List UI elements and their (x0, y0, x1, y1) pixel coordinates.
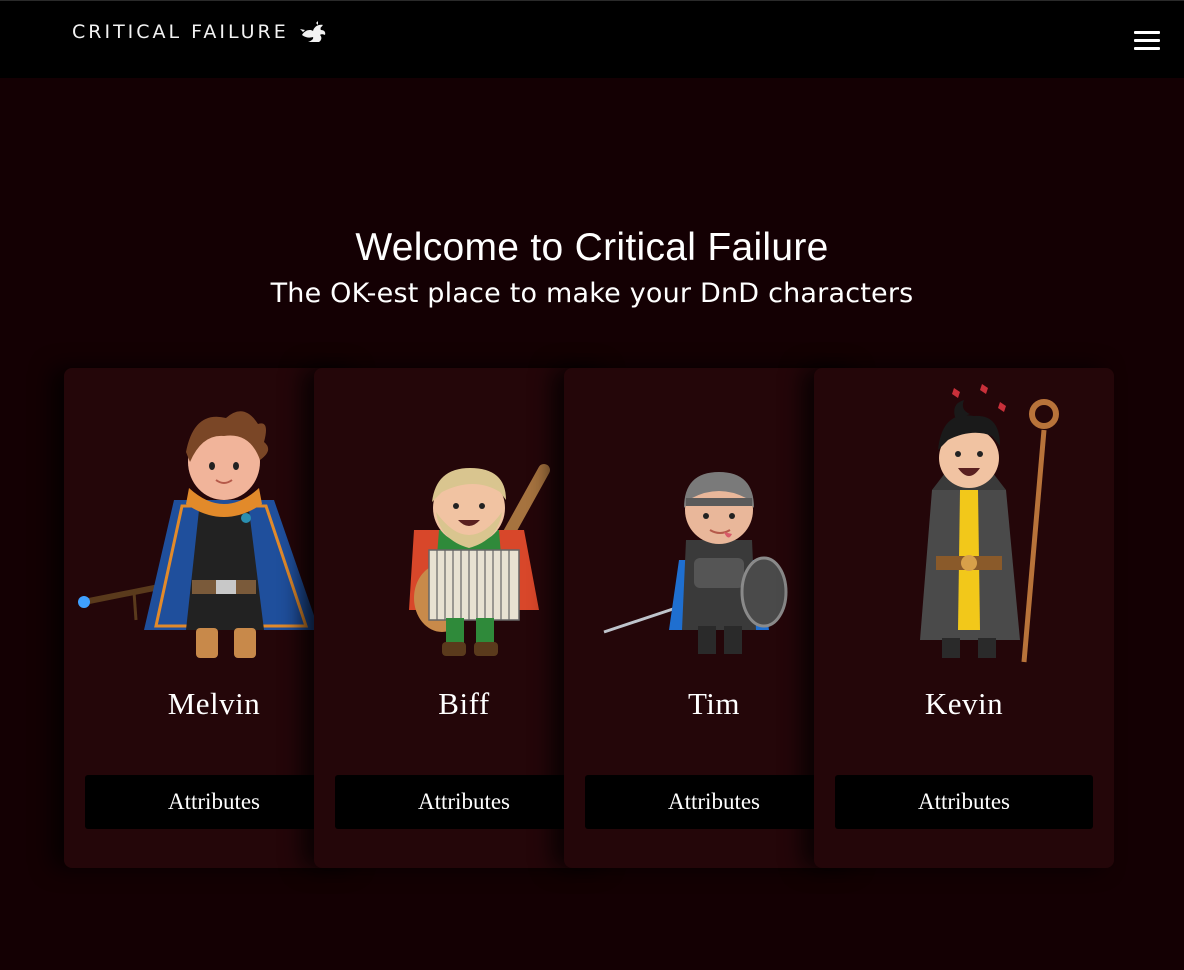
menu-line (1134, 47, 1160, 50)
hamburger-menu-icon[interactable] (1134, 31, 1160, 51)
hero-section: Welcome to Critical Failure The OK-est p… (0, 226, 1184, 309)
top-navbar: CRITICAL FAILURE (0, 0, 1184, 78)
bard-character-icon (409, 464, 550, 656)
brand-logo[interactable]: CRITICAL FAILURE (72, 21, 327, 43)
fighter-character-icon (603, 472, 788, 654)
page-subtitle: The OK-est place to make your DnD charac… (270, 278, 914, 309)
attributes-button[interactable]: Attributes (85, 775, 343, 829)
brand-name: CRITICAL FAILURE (72, 21, 289, 43)
attributes-button[interactable]: Attributes (835, 775, 1093, 829)
attributes-button[interactable]: Attributes (585, 775, 843, 829)
character-name: Kevin (924, 686, 1004, 721)
page-title: Welcome to Critical Failure (355, 226, 829, 269)
sorcerer-character-icon (920, 384, 1059, 663)
attributes-button[interactable]: Attributes (335, 775, 593, 829)
menu-line (1134, 31, 1160, 34)
dragon-icon (299, 21, 325, 42)
character-card-list: Melvin Attributes Biff Attributes Tim At… (64, 368, 1124, 868)
wizard-character-icon (78, 411, 319, 658)
menu-line (1134, 39, 1160, 42)
character-card: Kevin Attributes (814, 368, 1114, 868)
